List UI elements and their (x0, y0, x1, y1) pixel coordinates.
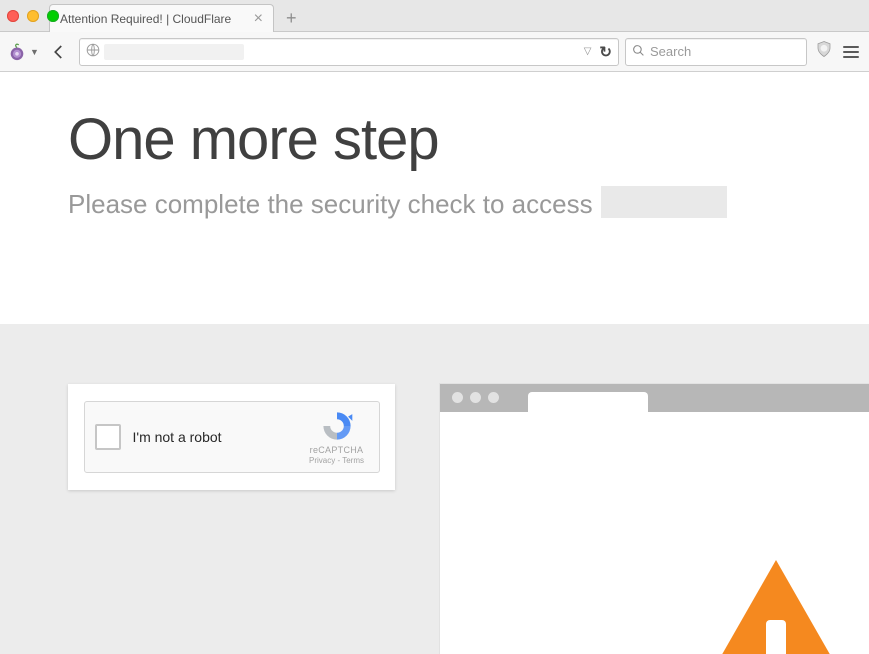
illustration-chrome (440, 384, 869, 412)
back-button[interactable] (45, 38, 73, 66)
new-tab-button[interactable]: + (286, 8, 297, 29)
subtitle-text: Please complete the security check to ac… (68, 189, 593, 219)
recaptcha-label: I'm not a robot (133, 429, 305, 445)
tab-title: Attention Required! | CloudFlare (60, 12, 248, 26)
search-box[interactable] (625, 38, 807, 66)
recaptcha-privacy-link[interactable]: Privacy (309, 456, 335, 465)
recaptcha-links: Privacy - Terms (305, 456, 369, 465)
url-redacted (104, 44, 244, 60)
domain-redacted (601, 186, 727, 218)
url-bar[interactable]: ▽ ↻ (79, 38, 619, 66)
hero: One more step Please complete the securi… (0, 72, 869, 220)
url-history-chevron-icon[interactable]: ▽ (584, 46, 592, 57)
warning-triangle-icon (676, 560, 869, 654)
recaptcha-branding: reCAPTCHA Privacy - Terms (305, 409, 369, 465)
page-subtitle: Please complete the security check to ac… (68, 181, 869, 220)
page-title: One more step (68, 106, 869, 173)
recaptcha-widget: I'm not a robot reCAPTCHA Privacy - Term… (84, 401, 380, 473)
search-icon (632, 44, 645, 60)
recaptcha-logo-icon (320, 409, 354, 443)
illustration-window-dots (452, 392, 499, 403)
reload-button[interactable]: ↻ (599, 43, 612, 61)
recaptcha-brand-text: reCAPTCHA (305, 445, 369, 455)
recaptcha-card: I'm not a robot reCAPTCHA Privacy - Term… (68, 384, 395, 490)
window-controls (7, 10, 59, 22)
recaptcha-checkbox[interactable] (95, 424, 121, 450)
globe-icon (86, 43, 100, 60)
tab-close-icon[interactable]: × (254, 11, 263, 27)
browser-tab[interactable]: Attention Required! | CloudFlare × (49, 4, 274, 32)
toolbar: ▼ ▽ ↻ (0, 32, 869, 72)
search-input[interactable] (650, 44, 800, 59)
menu-button[interactable] (841, 46, 861, 58)
close-window-icon[interactable] (7, 10, 19, 22)
tor-onion-icon[interactable] (8, 43, 26, 61)
illustration-tab (528, 392, 648, 412)
tab-bar: Attention Required! | CloudFlare × + (0, 0, 869, 32)
security-shield-icon[interactable] (813, 40, 835, 63)
minimize-window-icon[interactable] (27, 10, 39, 22)
zoom-window-icon[interactable] (47, 10, 59, 22)
recaptcha-terms-link[interactable]: Terms (342, 456, 364, 465)
tor-menu-chevron-icon[interactable]: ▼ (30, 47, 39, 57)
page-content: One more step Please complete the securi… (0, 72, 869, 220)
